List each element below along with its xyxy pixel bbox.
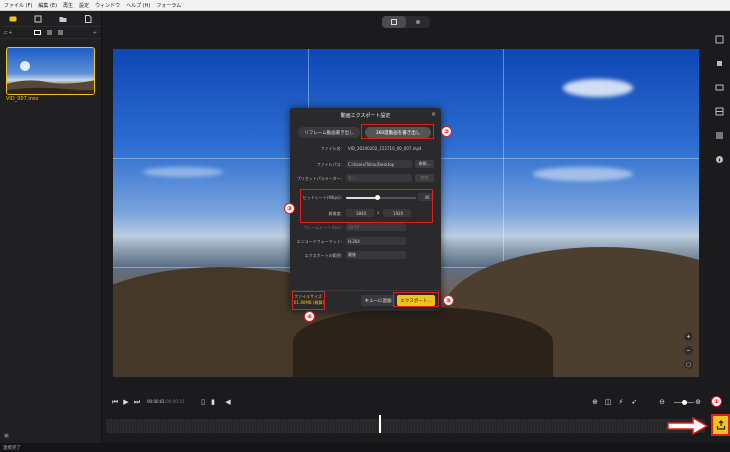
cloud <box>563 79 633 97</box>
menu-file[interactable]: ファイル (F) <box>4 2 32 9</box>
filepath-label: ファイルパス: <box>316 162 342 167</box>
cloud <box>143 167 223 177</box>
fit-icon[interactable]: ▢ <box>684 360 693 369</box>
preset-label: プリセットパラメーター: <box>296 176 342 181</box>
project-icon[interactable] <box>32 14 44 23</box>
list-view-icon[interactable] <box>47 30 53 35</box>
annotation-box-360 <box>361 124 434 139</box>
annotation-box-bitrate <box>300 189 433 223</box>
snapshot-icon[interactable]: ◫ <box>604 398 612 406</box>
annotation-box-filesize <box>292 291 325 310</box>
thumbnail-image <box>7 61 94 94</box>
menu-window[interactable]: ウィンドウ <box>95 2 120 9</box>
status-bar: 連携完了 <box>0 443 730 452</box>
add-media-button[interactable]: + <box>93 30 97 36</box>
filename-field[interactable]: VID_20240202_152710_00_007.mp4 <box>346 144 434 152</box>
playback-controls: ⏮ ▶ ⏭ 00:00:01/00:00:15 ▯ ▮ ◀ ⊕ ◫ ⚡ ➶ ⊖ … <box>103 392 709 412</box>
menu-help[interactable]: ヘルプ (H) <box>126 2 150 9</box>
image-icon[interactable] <box>715 83 724 92</box>
info-icon[interactable] <box>715 155 724 164</box>
hill <box>293 307 553 377</box>
import-button[interactable]: ⊏+ <box>4 30 12 36</box>
playhead[interactable] <box>379 415 381 433</box>
zoom-out-timeline-icon[interactable]: ⊖ <box>658 398 666 406</box>
annotation-badge-3: ③ <box>284 203 295 214</box>
add-to-queue-button[interactable]: キューに追加 <box>361 295 395 306</box>
panel-footer-icon[interactable]: ▣ <box>4 433 9 439</box>
zoom-in-icon[interactable]: + <box>684 332 693 341</box>
zoom-in-timeline-icon[interactable]: ⊕ <box>694 398 702 406</box>
total-time: /00:00:15 <box>164 399 185 404</box>
volume-icon[interactable]: ◀ <box>224 398 232 406</box>
adjust-icon[interactable] <box>715 131 724 140</box>
export-area-label: エクスポートの範囲: <box>304 253 342 258</box>
export-button[interactable] <box>711 414 730 436</box>
timeline-track[interactable] <box>106 419 705 433</box>
flash-icon[interactable]: ⚡ <box>617 398 625 406</box>
annotation-badge-5: ⑤ <box>443 295 454 306</box>
media-tools: ⊏+ + <box>0 27 101 39</box>
mark-out-icon[interactable]: ▮ <box>209 398 217 406</box>
menu-edit[interactable]: 編集 (E) <box>38 2 57 9</box>
motion-icon[interactable]: ➶ <box>630 398 638 406</box>
annotation-badge-1: ① <box>711 396 722 407</box>
cloud <box>533 167 633 181</box>
filename-label: ファイル名: <box>320 146 342 151</box>
file-icon[interactable] <box>82 14 94 23</box>
reframe-export-button[interactable]: リフレーム動画書き出し <box>298 127 360 138</box>
media-icon[interactable] <box>7 14 19 23</box>
preview-side-controls: + − ▢ <box>684 332 693 369</box>
menu-play[interactable]: 再生 <box>63 2 73 9</box>
timeline-zoom-knob[interactable] <box>682 400 687 405</box>
menu-forum[interactable]: フォーラム <box>156 2 181 9</box>
play-icon[interactable]: ▶ <box>122 398 130 406</box>
current-time: 00:00:01 <box>147 399 165 404</box>
export-view-icon[interactable] <box>382 16 406 28</box>
skip-forward-icon[interactable]: ⏭ <box>133 398 141 406</box>
skip-back-icon[interactable]: ⏮ <box>111 398 119 406</box>
add-keyframe-icon[interactable]: ⊕ <box>591 398 599 406</box>
media-panel: ⊏+ + VID_007.insv ▣ <box>0 11 102 443</box>
media-panel-tabs <box>0 11 101 27</box>
annotation-arrow-icon <box>667 417 709 435</box>
settings-view-icon[interactable] <box>406 16 430 28</box>
annotation-badge-4: ④ <box>304 311 315 322</box>
preset-select[interactable]: なし <box>346 174 412 182</box>
browse-button[interactable]: 参照... <box>415 160 434 168</box>
menu-settings[interactable]: 設定 <box>79 2 89 9</box>
timecode: 00:00:01/00:00:15 <box>147 399 184 404</box>
annotation-badge-2: ② <box>441 126 452 137</box>
media-thumbnail[interactable] <box>6 47 95 95</box>
menu-bar: ファイル (F) 編集 (E) 再生 設定 ウィンドウ ヘルプ (H) フォーラ… <box>0 0 730 11</box>
preset-delete-button[interactable]: 削除 <box>415 174 434 182</box>
folder-icon[interactable] <box>57 14 69 23</box>
mark-in-icon[interactable]: ▯ <box>199 398 207 406</box>
status-text: 連携完了 <box>3 445 21 451</box>
view-toggle <box>382 16 430 28</box>
framerate-select[interactable]: 29.97 <box>346 223 406 231</box>
annotation-box-export <box>393 292 439 307</box>
framerate-label: フレームレート(fps): <box>303 225 342 230</box>
plugin-icon[interactable] <box>715 59 724 68</box>
right-toolbar <box>709 11 730 443</box>
export-icon <box>716 420 725 430</box>
dialog-title: 動画エクスポート設定 <box>340 113 391 119</box>
grid-view-icon[interactable] <box>34 30 42 35</box>
encoder-select[interactable]: H.264 <box>346 237 406 245</box>
thumbnail-filename: VID_007.insv <box>6 96 39 102</box>
export-area-select[interactable]: 最後 <box>346 251 406 259</box>
detail-view-icon[interactable] <box>58 30 64 35</box>
encoder-label: エンコードフォーマット: <box>296 239 342 244</box>
crop-icon[interactable] <box>715 35 724 44</box>
zoom-out-icon[interactable]: − <box>684 346 693 355</box>
table-icon[interactable] <box>715 107 724 116</box>
view-mode-bar <box>103 11 709 33</box>
filepath-field[interactable]: C:/Users/Tatsu/Desktop <box>346 160 412 168</box>
close-icon[interactable]: × <box>431 111 436 118</box>
